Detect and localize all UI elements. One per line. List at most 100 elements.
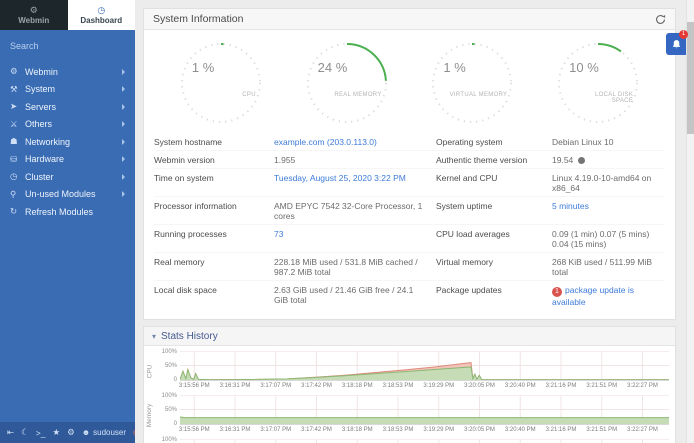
info-value: Linux 4.19.0-10-amd64 on x86_64 (552, 173, 665, 193)
stats-history-panel: ▾ Stats History CPU100%50%03:15:56 PM3:1… (143, 326, 676, 443)
x-tick-label: 3:15:56 PM (179, 427, 210, 433)
sidebar-menu: ⚙Webmin⚒System➤Servers⚔Others☗Networking… (0, 58, 135, 422)
info-label: Time on system (154, 173, 264, 193)
info-value-link[interactable]: example.com (203.0.113.0) (274, 137, 426, 147)
user-menu[interactable]: ☻sudouser (82, 428, 126, 437)
sidebar-tabs: ⚙ Webmin ◷ Dashboard (0, 0, 135, 30)
x-tick-label: 3:20:05 PM (464, 427, 495, 433)
table-row: Local disk space2.63 GiB used / 21.46 Gi… (154, 281, 665, 310)
refresh-icon (655, 14, 666, 25)
x-tick-label: 3:17:42 PM (301, 383, 332, 389)
info-label: Kernel and CPU (436, 173, 542, 193)
sidebar: ⚙ Webmin ◷ Dashboard ⚙Webmin⚒System➤Serv… (0, 0, 135, 443)
info-label: Processor information (154, 201, 264, 221)
sidebar-item-webmin[interactable]: ⚙Webmin (0, 63, 135, 81)
info-label: System hostname (154, 137, 264, 147)
info-label: Authentic theme version (436, 155, 542, 165)
sidebar-item-others[interactable]: ⚔Others (0, 116, 135, 134)
x-tick-label: 3:21:51 PM (586, 427, 617, 433)
chart-y-ticks: 100%50%0 (156, 351, 180, 381)
info-value: AMD EPYC 7542 32-Core Processor, 1 cores (274, 201, 426, 221)
gauges-row: 1 %CPU24 %REAL MEMORY1 %VIRTUAL MEMORY10… (144, 30, 675, 129)
chevron-right-icon (122, 121, 125, 127)
info-value-link[interactable]: Tuesday, August 25, 2020 3:22 PM (274, 173, 426, 193)
table-row: System hostname example.com (203.0.113.0)… (154, 133, 665, 151)
sidebar-item-label: Webmin (25, 67, 58, 77)
chart-y-ticks: 100%50%0 (156, 395, 180, 425)
tab-webmin[interactable]: ⚙ Webmin (0, 0, 68, 30)
sidebar-item-label: System (25, 84, 55, 94)
x-tick-label: 3:20:05 PM (464, 383, 495, 389)
info-value-link[interactable]: 1package update is available (552, 285, 665, 307)
sidebar-item-un-used-modules[interactable]: ⚲Un-used Modules (0, 186, 135, 204)
x-tick-label: 3:16:31 PM (220, 427, 251, 433)
sidebar-item-networking[interactable]: ☗Networking (0, 133, 135, 151)
info-value-link[interactable]: 73 (274, 229, 426, 249)
main-content: System Information 1 %CPU24 %REAL MEMORY… (135, 0, 694, 443)
stats-history-body: CPU100%50%03:15:56 PM3:16:31 PM3:17:07 P… (144, 346, 675, 443)
gauge-ring (303, 39, 391, 127)
sidebar-item-cluster[interactable]: ◷Cluster (0, 168, 135, 186)
theme-info-icon[interactable] (578, 157, 585, 164)
chart-plot-area (180, 351, 669, 381)
chevron-right-icon (122, 86, 125, 92)
tab-dashboard[interactable]: ◷ Dashboard (68, 0, 136, 30)
panel-header: System Information (144, 9, 675, 30)
sidebar-item-hardware[interactable]: ⛁Hardware (0, 151, 135, 169)
night-mode-icon[interactable]: ☾ (21, 427, 29, 438)
shield-icon: ☗ (10, 136, 25, 147)
scrollbar-thumb[interactable] (687, 22, 694, 134)
chart-svg (180, 395, 669, 424)
sidebar-item-label: Networking (25, 137, 70, 147)
sidebar-item-label: Others (25, 119, 52, 129)
info-value: 268 KiB used / 511.99 MiB total (552, 257, 665, 277)
sidebar-item-servers[interactable]: ➤Servers (0, 98, 135, 116)
sidebar-item-label: Servers (25, 102, 56, 112)
chart-y-axis-title-text: CPU (147, 365, 154, 379)
gauge-value: 10 % (569, 60, 599, 75)
gauge-ring (428, 39, 516, 127)
info-value-link[interactable]: 5 minutes (552, 201, 665, 221)
username-label: sudouser (93, 428, 126, 437)
table-row: Webmin version 1.955 Authentic theme versi… (154, 151, 665, 169)
y-tick-label: 100% (162, 349, 177, 355)
disk-icon: ⛁ (10, 154, 25, 165)
webmin-logo-icon: ⚙ (30, 6, 38, 15)
sidebar-item-label: Refresh Modules (25, 207, 93, 217)
crossed-tools-icon: ⚔ (10, 119, 25, 130)
notifications-button[interactable]: 1 (666, 33, 686, 55)
stats-history-title: Stats History (161, 331, 218, 342)
refresh-button[interactable] (655, 14, 666, 25)
x-tick-label: 3:19:29 PM (423, 427, 454, 433)
sidebar-item-system[interactable]: ⚒System (0, 81, 135, 99)
stats-history-header[interactable]: ▾ Stats History (144, 327, 675, 346)
chevron-right-icon (122, 139, 125, 145)
chart-y-axis-title-text: Memory (147, 404, 154, 427)
chart-y-ticks: 100%50%0 (156, 439, 180, 443)
notification-badge: 1 (679, 30, 688, 39)
x-tick-label: 3:21:51 PM (586, 383, 617, 389)
sidebar-search (0, 34, 135, 58)
info-label: CPU load averages (436, 229, 542, 249)
search-input[interactable] (10, 41, 127, 51)
user-icon: ☻ (82, 428, 90, 437)
info-value: 2.63 GiB used / 21.46 GiB free / 24.1 Gi… (274, 285, 426, 307)
scrollbar-track[interactable] (686, 0, 694, 443)
config-gears-icon[interactable]: ⚙ (67, 427, 75, 438)
gauge-real-memory: 24 %REAL MEMORY (303, 39, 391, 127)
info-label: Webmin version (154, 155, 264, 165)
sidebar-item-refresh-modules[interactable]: ↻Refresh Modules (0, 203, 135, 221)
terminal-icon[interactable]: >_ (36, 428, 46, 438)
sidebar-item-label: Hardware (25, 154, 64, 164)
info-value: 1.955 (274, 155, 426, 165)
collapse-sidebar-icon[interactable]: ⇤ (7, 427, 14, 438)
y-tick-label: 100% (162, 437, 177, 443)
chart-svg (180, 439, 669, 443)
favorites-star-icon[interactable]: ★ (52, 427, 60, 438)
chevron-right-icon (122, 156, 125, 162)
x-tick-label: 3:22:27 PM (627, 427, 658, 433)
chart-y-axis-title: Swap (144, 439, 156, 443)
system-info-table: System hostname example.com (203.0.113.0)… (154, 133, 665, 310)
dashboard-gauge-icon: ◷ (97, 6, 105, 15)
x-tick-label: 3:20:40 PM (505, 383, 536, 389)
